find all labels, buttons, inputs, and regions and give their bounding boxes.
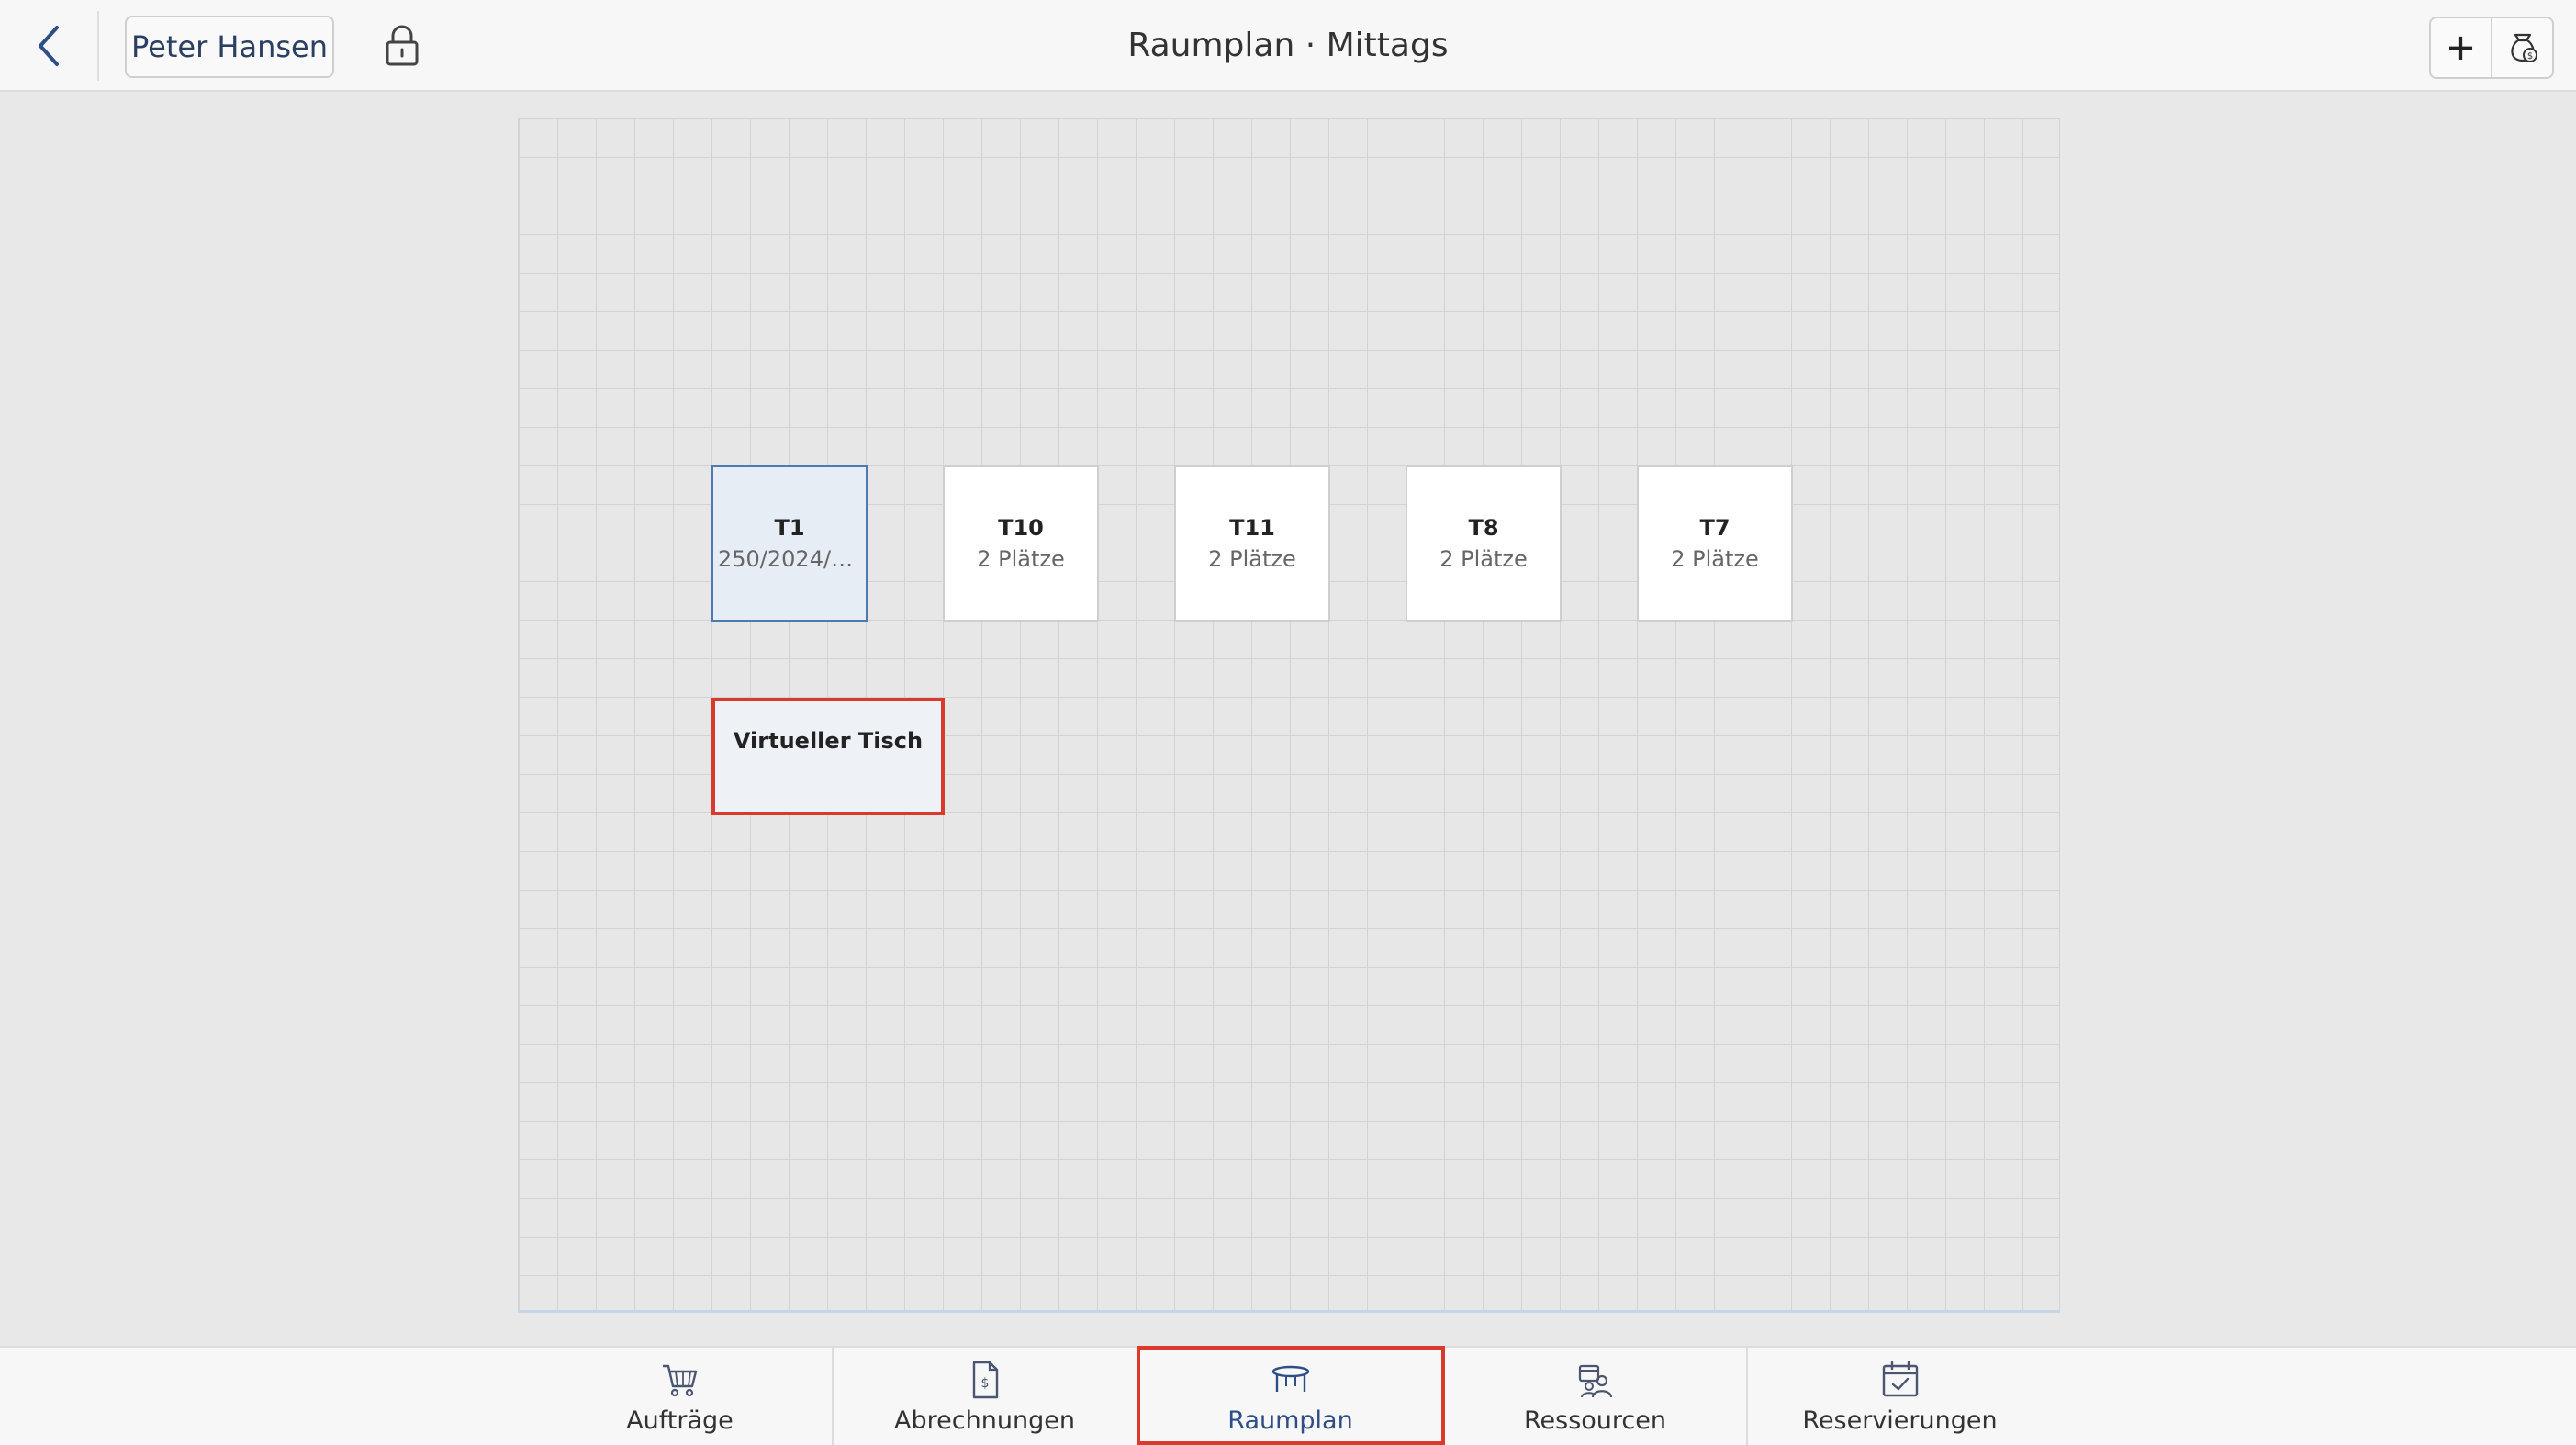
table-t8[interactable]: T8 2 Plätze xyxy=(1406,465,1562,622)
table-info: 2 Plätze xyxy=(1671,546,1759,572)
table-info: 2 Plätze xyxy=(977,546,1065,572)
nav-item-abrechnungen[interactable]: $ Abrechnungen xyxy=(833,1348,1137,1445)
user-button-label: Peter Hansen xyxy=(131,29,328,64)
user-button[interactable]: Peter Hansen xyxy=(125,16,334,78)
money-bag-icon: $ xyxy=(2510,33,2537,62)
table-name: T11 xyxy=(1229,515,1275,541)
table-t7[interactable]: T7 2 Plätze xyxy=(1637,465,1793,622)
back-button[interactable] xyxy=(26,20,77,72)
top-bar: Peter Hansen Raumplan · Mittags + $ xyxy=(0,0,2576,92)
table-info: 2 Plätze xyxy=(1208,546,1296,572)
cashbag-button[interactable]: $ xyxy=(2491,18,2552,77)
nav-item-ressourcen[interactable]: Ressourcen xyxy=(1443,1348,1747,1445)
table-t11[interactable]: T11 2 Plätze xyxy=(1174,465,1330,622)
nav-label: Ressourcen xyxy=(1524,1406,1666,1435)
table-name: T8 xyxy=(1468,515,1499,541)
nav-label: Raumplan xyxy=(1227,1406,1353,1435)
nav-item-auftraege[interactable]: Aufträge xyxy=(528,1348,832,1445)
nav-label: Abrechnungen xyxy=(894,1406,1075,1435)
svg-text:$: $ xyxy=(980,1376,989,1391)
virtual-table-name: Virtueller Tisch xyxy=(733,728,924,754)
nav-item-reservierungen[interactable]: Reservierungen xyxy=(1748,1348,2052,1445)
table-name: T10 xyxy=(998,515,1044,541)
header-actions: + $ xyxy=(2429,17,2554,79)
plus-icon: + xyxy=(2445,27,2477,69)
svg-text:$: $ xyxy=(2526,51,2532,62)
lock-button[interactable] xyxy=(382,24,422,68)
table-name: T7 xyxy=(1699,515,1730,541)
table-name: T1 xyxy=(774,515,805,541)
nav-label: Aufträge xyxy=(626,1406,734,1435)
table-info: 2 Plätze xyxy=(1439,546,1528,572)
calendar-icon xyxy=(1882,1361,1918,1397)
table-info: 250/2024/0... xyxy=(718,546,861,572)
invoice-icon: $ xyxy=(972,1361,998,1399)
nav-label: Reservierungen xyxy=(1802,1406,1998,1435)
nav-item-raumplan[interactable]: Raumplan xyxy=(1138,1348,1442,1445)
table-t1[interactable]: T1 250/2024/0... xyxy=(711,465,868,622)
add-button[interactable]: + xyxy=(2431,18,2491,77)
table-icon xyxy=(1271,1365,1309,1392)
bottom-navigation: Aufträge $ Abrechnungen Raumplan Ressour xyxy=(0,1346,2576,1445)
virtual-table[interactable]: Virtueller Tisch xyxy=(711,698,945,815)
chevron-left-icon xyxy=(39,26,59,66)
table-t10[interactable]: T10 2 Plätze xyxy=(943,465,1099,622)
cart-icon xyxy=(662,1364,697,1397)
header-divider xyxy=(97,11,99,81)
lock-icon xyxy=(386,25,419,66)
resources-icon xyxy=(1578,1364,1612,1398)
